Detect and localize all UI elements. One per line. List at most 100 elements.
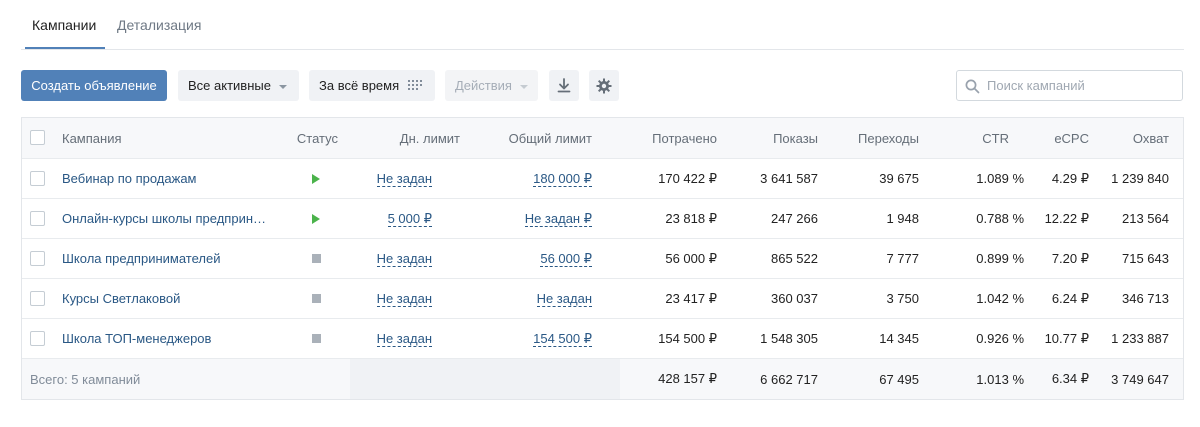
gear-icon <box>596 78 612 93</box>
col-header-impressions[interactable]: Показы <box>722 118 818 158</box>
row-checkbox[interactable] <box>30 251 45 266</box>
search-icon <box>965 79 980 94</box>
chevron-down-icon <box>278 84 287 89</box>
row-checkbox[interactable] <box>30 171 45 186</box>
col-header-campaign[interactable]: Кампания <box>62 118 122 158</box>
active-tab-indicator <box>25 47 105 49</box>
total-spent: 428 157 ₽ <box>658 371 717 386</box>
impressions-value: 1 548 305 <box>760 331 818 346</box>
spent-value: 56 000 ₽ <box>665 250 717 266</box>
reach-value: 346 713 <box>1122 291 1169 306</box>
col-header-day-limit[interactable]: Дн. лимит <box>352 118 460 158</box>
actions-label: Действия <box>455 78 512 93</box>
spent-value: 154 500 ₽ <box>658 330 717 346</box>
grid-dots-icon <box>408 80 423 90</box>
stop-icon[interactable] <box>312 334 321 343</box>
period-label: За всё время <box>319 78 400 93</box>
col-header-clicks[interactable]: Переходы <box>822 118 919 158</box>
total-limit-link[interactable]: 56 000 ₽ <box>540 251 592 267</box>
ecpc-value: 7.20 ₽ <box>1051 250 1089 266</box>
campaign-name-link[interactable]: Школа ТОП-менеджеров <box>62 319 211 358</box>
col-header-ecpc[interactable]: eCPC <box>1012 118 1089 158</box>
reach-value: 1 233 887 <box>1111 331 1169 346</box>
play-icon[interactable] <box>312 173 320 184</box>
ecpc-value: 10.77 ₽ <box>1044 330 1089 346</box>
clicks-value: 1 948 <box>886 211 919 226</box>
ctr-value: 0.788 % <box>976 211 1024 226</box>
campaign-name-link[interactable]: Курсы Светлаковой <box>62 279 180 318</box>
tabs-bar: Кампании Детализация <box>21 0 1184 50</box>
play-icon[interactable] <box>312 213 320 224</box>
clicks-value: 3 750 <box>886 291 919 306</box>
total-campaigns-label: Всего: 5 кампаний <box>30 371 141 387</box>
total-clicks: 67 495 <box>879 371 919 387</box>
col-header-ctr[interactable]: CTR <box>922 118 1009 158</box>
total-limit-link[interactable]: Не задан <box>536 291 592 307</box>
clicks-value: 39 675 <box>879 171 919 186</box>
total-impressions: 6 662 717 <box>760 371 818 387</box>
table-header-row: Кампания Статус Дн. лимит Общий лимит По… <box>22 118 1183 159</box>
impressions-value: 865 522 <box>771 251 818 266</box>
day-limit-link[interactable]: 5 000 ₽ <box>387 211 432 227</box>
col-header-status[interactable]: Статус <box>262 118 338 158</box>
total-ctr: 1.013 % <box>976 371 1024 387</box>
table-footer-row: Всего: 5 кампаний 428 157 ₽ 6 662 717 67… <box>22 359 1183 399</box>
chevron-down-icon <box>519 84 528 89</box>
day-limit-link[interactable]: Не задан <box>376 291 432 307</box>
col-header-spent[interactable]: Потрачено <box>602 118 717 158</box>
tab-details[interactable]: Детализация <box>117 17 201 33</box>
download-button[interactable] <box>549 70 579 101</box>
spent-value: 170 422 ₽ <box>658 170 717 186</box>
create-ad-button[interactable]: Создать объявление <box>21 70 167 101</box>
col-header-reach[interactable]: Охват <box>1092 118 1169 158</box>
search-box[interactable] <box>956 70 1183 101</box>
campaign-name-link[interactable]: Школа предпринимателей <box>62 239 220 278</box>
total-ecpc: 6.34 ₽ <box>1051 371 1089 386</box>
ctr-value: 1.042 % <box>976 291 1024 306</box>
settings-button[interactable] <box>589 70 619 101</box>
impressions-value: 360 037 <box>771 291 818 306</box>
total-limit-link[interactable]: 154 500 ₽ <box>533 331 592 347</box>
ctr-value: 0.899 % <box>976 251 1024 266</box>
day-limit-link[interactable]: Не задан <box>376 331 432 347</box>
status-filter-select[interactable]: Все активные <box>178 70 299 101</box>
col-header-total-limit[interactable]: Общий лимит <box>472 118 592 158</box>
search-input[interactable] <box>987 78 1167 93</box>
table-row: Школа предпринимателей Не задан 56 000 ₽… <box>22 239 1183 279</box>
ecpc-value: 12.22 ₽ <box>1044 210 1089 226</box>
table-row: Школа ТОП-менеджеров Не задан 154 500 ₽ … <box>22 319 1183 359</box>
download-icon <box>557 78 571 93</box>
ctr-value: 0.926 % <box>976 331 1024 346</box>
ctr-value: 1.089 % <box>976 171 1024 186</box>
impressions-value: 3 641 587 <box>760 171 818 186</box>
period-select[interactable]: За всё время <box>309 70 435 101</box>
actions-select[interactable]: Действия <box>445 70 538 101</box>
campaign-name-link[interactable]: Онлайн-курсы школы предприн… <box>62 199 266 238</box>
total-reach: 3 749 647 <box>1111 371 1169 387</box>
ecpc-value: 4.29 ₽ <box>1051 170 1089 186</box>
total-limit-link[interactable]: Не задан ₽ <box>524 211 592 227</box>
impressions-value: 247 266 <box>771 211 818 226</box>
stop-icon[interactable] <box>312 294 321 303</box>
reach-value: 1 239 840 <box>1111 171 1169 186</box>
clicks-value: 14 345 <box>879 331 919 346</box>
tab-campaigns[interactable]: Кампании <box>32 17 96 33</box>
table-row: Вебинар по продажам Не задан 180 000 ₽ 1… <box>22 159 1183 199</box>
row-checkbox[interactable] <box>30 291 45 306</box>
row-checkbox[interactable] <box>30 211 45 226</box>
row-checkbox[interactable] <box>30 331 45 346</box>
spent-value: 23 417 ₽ <box>665 290 717 306</box>
day-limit-link[interactable]: Не задан <box>376 251 432 267</box>
stop-icon[interactable] <box>312 254 321 263</box>
select-all-checkbox[interactable] <box>30 130 45 145</box>
spent-value: 23 818 ₽ <box>665 210 717 226</box>
table-row: Онлайн-курсы школы предприн… 5 000 ₽ Не … <box>22 199 1183 239</box>
day-limit-link[interactable]: Не задан <box>376 171 432 187</box>
campaigns-table: Кампания Статус Дн. лимит Общий лимит По… <box>21 117 1184 400</box>
campaign-name-link[interactable]: Вебинар по продажам <box>62 159 197 198</box>
reach-value: 715 643 <box>1122 251 1169 266</box>
reach-value: 213 564 <box>1122 211 1169 226</box>
total-limit-link[interactable]: 180 000 ₽ <box>533 171 592 187</box>
status-filter-label: Все активные <box>188 78 271 93</box>
ecpc-value: 6.24 ₽ <box>1051 290 1089 306</box>
